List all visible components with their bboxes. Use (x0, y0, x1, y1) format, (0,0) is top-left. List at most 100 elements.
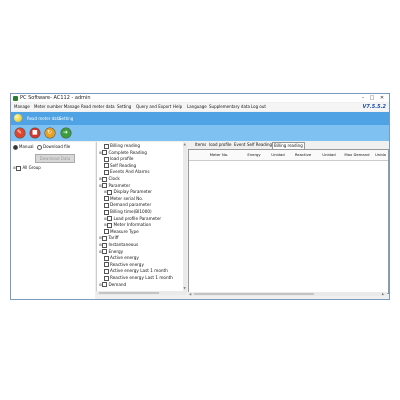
tree-node[interactable]: Reactive energy Last 1 month (104, 275, 173, 281)
grid-scroll-thumb[interactable] (194, 293, 314, 295)
tree-horizontal-scrollbar[interactable] (96, 291, 187, 295)
minimize-button[interactable]: – (359, 94, 367, 102)
stop-icon: ■ (32, 129, 38, 136)
tree-node-checkbox[interactable] (102, 150, 108, 156)
menu-help[interactable]: Help (173, 103, 182, 111)
tree-node-checkbox[interactable] (104, 209, 109, 215)
tree-node-checkbox[interactable] (102, 183, 108, 189)
tree-node-label: Tariff (108, 235, 119, 241)
result-tab-load-profile[interactable]: load profile (208, 142, 232, 148)
tree-node[interactable]: ⊞ Meter Information (104, 222, 151, 228)
menu-language[interactable]: Language (187, 103, 207, 111)
column-unida[interactable]: Unida (373, 150, 388, 160)
download-radio[interactable] (37, 144, 42, 150)
tree-node[interactable]: Active energy (104, 255, 139, 261)
grid-header: Meter No. Energy Unidad Reactive Unidad … (189, 150, 388, 161)
read-button[interactable]: ✎ (15, 128, 25, 138)
maximize-button[interactable]: □ (368, 94, 376, 102)
results-grid: Meter No. Energy Unidad Reactive Unidad … (188, 149, 389, 294)
manual-radio[interactable] (13, 144, 18, 150)
tree-node[interactable]: Meter serial No. (104, 196, 143, 202)
tree-node-checkbox[interactable] (104, 163, 109, 169)
tree-node-checkbox[interactable] (104, 202, 109, 208)
tree-node[interactable]: ⊞ Tariff (99, 235, 119, 241)
column-reactive[interactable]: Reactive (290, 150, 316, 160)
tree-node-checkbox[interactable] (104, 169, 109, 175)
tree-node[interactable]: ⊞ Clock (99, 176, 120, 182)
tree-node-checkbox[interactable] (102, 235, 108, 241)
download-data-button[interactable]: Download Data (35, 154, 75, 163)
tree-node-checkbox[interactable] (104, 143, 109, 149)
tree-node-checkbox[interactable] (107, 216, 113, 222)
scroll-thumb[interactable] (99, 292, 159, 294)
tree-node[interactable]: ⊞ Demand (99, 282, 126, 288)
tree-node-checkbox[interactable] (107, 222, 113, 228)
manual-radio-row[interactable]: Manual (13, 144, 34, 150)
tree-vertical-scrollbar[interactable]: ▲ ▼ (183, 142, 187, 291)
grid-horizontal-scrollbar[interactable]: ◀ ▶ (188, 292, 387, 296)
tree-node[interactable]: Self Reading (104, 163, 136, 169)
menu-meter-number-manage[interactable]: Meter number Manage (34, 103, 80, 111)
tree-node[interactable]: load profile (104, 156, 134, 162)
tree-node-checkbox[interactable] (104, 255, 109, 261)
tree-node-label: Active energy Last 1 month (110, 268, 168, 274)
tree-node[interactable]: Reactive energy (104, 262, 144, 268)
tree-node-checkbox[interactable] (102, 176, 108, 182)
tree-node-checkbox[interactable] (102, 242, 108, 248)
refresh-button[interactable]: ↻ (45, 128, 55, 138)
column-unidad-1[interactable]: Unidad (267, 150, 289, 160)
menu-supplementary-data[interactable]: Supplementary data (209, 103, 250, 111)
tree-node-checkbox[interactable] (104, 275, 109, 281)
tree-node[interactable]: Billing reading (104, 143, 140, 149)
menu-log-out[interactable]: Log out (251, 103, 266, 111)
column-unidad-2[interactable]: Unidad (317, 150, 341, 160)
tree-node[interactable]: ⊞ Parameter (99, 183, 130, 189)
tree-node[interactable]: Demand parameter (104, 202, 151, 208)
download-radio-row[interactable]: Download file (37, 144, 70, 150)
result-tab-billing-reading[interactable]: Billing reading (272, 142, 305, 149)
column-energy[interactable]: Energy (242, 150, 266, 160)
tree-node-checkbox[interactable] (104, 229, 109, 235)
scroll-right-icon[interactable]: ▶ (382, 292, 384, 296)
menu-manage[interactable]: Manage (14, 103, 30, 111)
tree-node[interactable]: ⊞ Instantaneous (99, 242, 138, 248)
tree-node-checkbox[interactable] (104, 196, 109, 202)
tree-node[interactable]: Measure Type (104, 229, 139, 235)
tree-node-checkbox[interactable] (107, 189, 113, 195)
result-tab-self-reading[interactable]: Self Reading (246, 142, 273, 148)
tree-node-label: Instantaneous (108, 242, 139, 247)
stop-button[interactable]: ■ (30, 128, 40, 138)
menu-setting[interactable]: Setting (117, 103, 131, 111)
column-meter-no[interactable]: Meter No. (197, 150, 241, 160)
tree-node-checkbox[interactable] (104, 268, 109, 274)
result-tab-items[interactable]: Items (194, 142, 207, 148)
close-button[interactable]: ✕ (378, 94, 386, 102)
tree-node-label: load profile (110, 156, 134, 162)
column-max-demand[interactable]: Max Demand (342, 150, 372, 160)
tree-node[interactable]: ⊞ Display Parameter (104, 189, 152, 195)
ribbon-tab-band: Read meter data Setting (11, 112, 389, 125)
scroll-down-icon[interactable]: ▼ (184, 286, 186, 290)
tree-node-checkbox[interactable] (104, 156, 109, 162)
tree-node-checkbox[interactable] (102, 282, 108, 288)
all-group-node[interactable]: ⊞ All Group (13, 165, 41, 171)
result-tab-event[interactable]: Event (233, 142, 246, 148)
menu-query-and-export[interactable]: Query and Export (136, 103, 171, 111)
all-group-checkbox[interactable] (16, 165, 22, 171)
ribbon-tab-setting[interactable]: Setting (59, 112, 73, 125)
tree-node[interactable]: ⊞ Energy (99, 249, 123, 255)
all-group-label: All Group (22, 165, 41, 170)
ribbon-tab-read-meter-data[interactable]: Read meter data (27, 112, 61, 125)
scroll-left-icon[interactable]: ◀ (189, 292, 191, 296)
toolbar: ✎ ■ ↻ ➜ (11, 125, 389, 141)
tree-node[interactable]: Active energy Last 1 month (104, 268, 168, 274)
tree-node-checkbox[interactable] (102, 249, 108, 255)
tree-node-checkbox[interactable] (104, 262, 109, 268)
tree-node[interactable]: ⊞ Complete Reading (99, 150, 147, 156)
tree-node[interactable]: Events And Alarms (104, 169, 150, 175)
tree-node[interactable]: Billing time(BI1000) (104, 209, 152, 215)
export-button[interactable]: ➜ (61, 128, 71, 138)
tree-node[interactable]: ⊞ Load profile Parameter (104, 216, 161, 222)
menu-read-meter-data[interactable]: Read meter data (81, 103, 115, 111)
scroll-up-icon[interactable]: ▲ (184, 142, 186, 146)
